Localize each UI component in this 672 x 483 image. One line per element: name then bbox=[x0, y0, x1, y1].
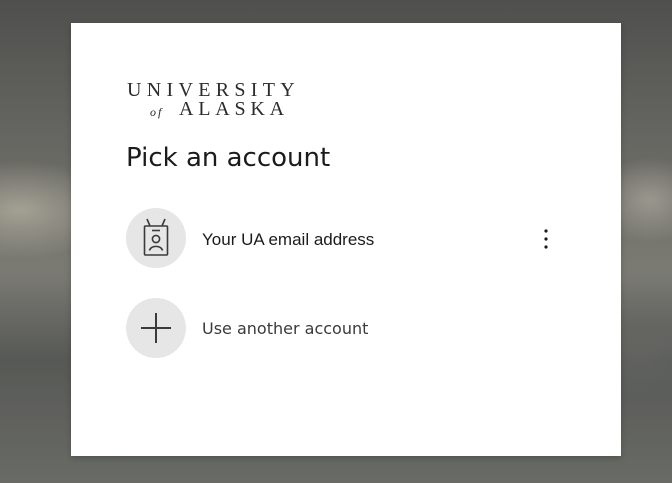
account-email-label: Your UA email address bbox=[202, 230, 375, 249]
badge-icon bbox=[143, 218, 169, 256]
page-title: Pick an account bbox=[126, 143, 331, 173]
account-tile-ua-email[interactable]: Your UA email address bbox=[126, 208, 566, 268]
account-picker-card: UNIVERSITY of ALASKA Pick an account You… bbox=[71, 23, 621, 456]
university-of-alaska-logo: UNIVERSITY of ALASKA bbox=[127, 79, 327, 121]
use-another-account-button[interactable]: Use another account bbox=[126, 298, 566, 358]
use-another-account-label: Use another account bbox=[202, 319, 369, 338]
logo-alaska-text: ALASKA bbox=[179, 98, 289, 120]
more-options-icon[interactable] bbox=[534, 224, 558, 254]
logo-of-text: of bbox=[150, 105, 164, 119]
plus-icon bbox=[141, 313, 171, 343]
account-avatar bbox=[126, 208, 186, 268]
add-account-circle bbox=[126, 298, 186, 358]
